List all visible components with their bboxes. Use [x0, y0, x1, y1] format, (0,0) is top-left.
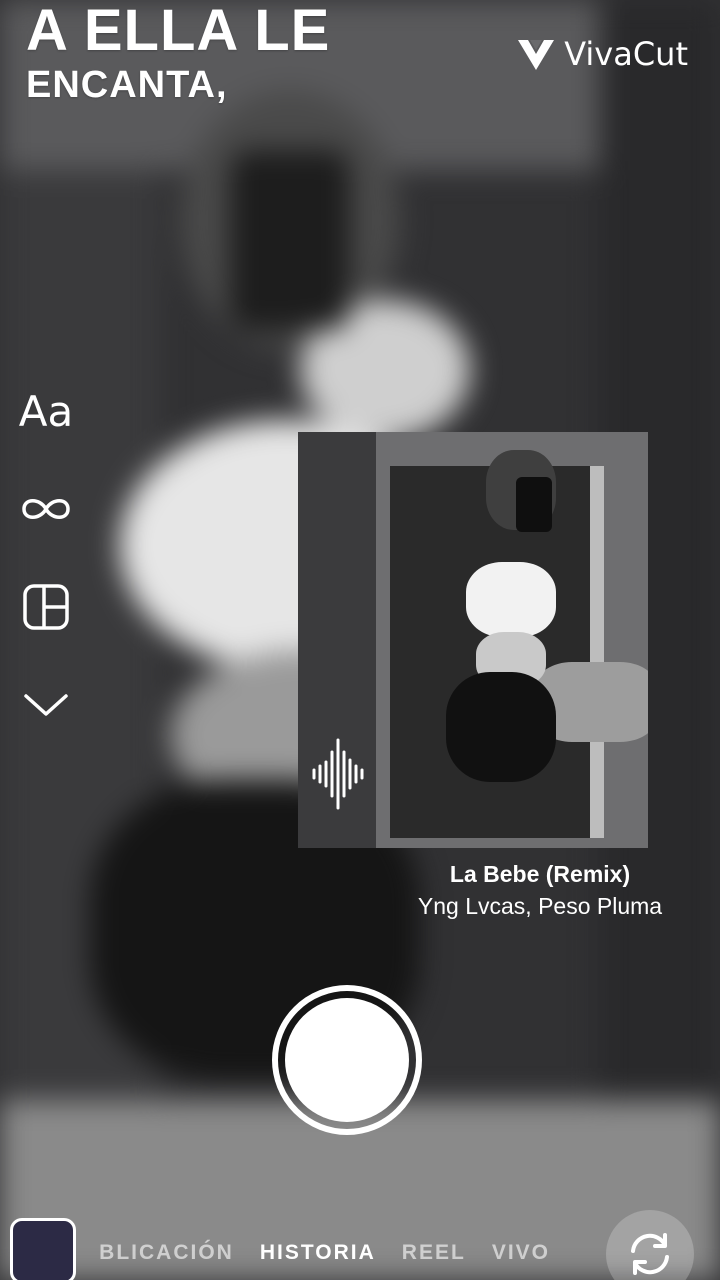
- vivacut-watermark: VivaCut: [516, 34, 688, 74]
- headline-line-1: A ELLA LE: [26, 0, 331, 63]
- chevron-down-icon: [24, 694, 68, 716]
- text-tool-button[interactable]: Aa: [18, 385, 74, 437]
- sticker-photo: [376, 432, 648, 848]
- shutter-inner: [285, 998, 409, 1122]
- watermark-brand: VivaCut: [564, 35, 688, 73]
- more-tools-button[interactable]: [20, 679, 72, 731]
- flip-camera-icon: [631, 1233, 669, 1275]
- creative-toolbar: Aa: [18, 385, 74, 777]
- song-artist: Yng Lvcas, Peso Pluma: [417, 893, 663, 919]
- overlay-headline: A ELLA LE ENCANTA,: [26, 0, 331, 106]
- shutter-button[interactable]: [272, 985, 422, 1135]
- story-camera-screen: A ELLA LE ENCANTA, VivaCut Aa La Bebe (R…: [0, 0, 720, 1280]
- mode-historia[interactable]: HISTORIA: [260, 1241, 376, 1265]
- flip-camera-button[interactable]: [606, 1210, 694, 1280]
- headline-line-2: ENCANTA,: [26, 64, 228, 106]
- mode-vivo[interactable]: VIVO: [492, 1241, 550, 1265]
- gallery-thumbnail[interactable]: [10, 1218, 76, 1280]
- layout-grid-icon: [23, 584, 69, 630]
- camera-mode-selector: UBLICACIÓN HISTORIA REEL VIVO: [96, 1238, 596, 1268]
- text-tool-label: Aa: [18, 386, 74, 436]
- audio-waveform-icon: [312, 738, 364, 810]
- vivacut-logo-icon: [518, 40, 555, 70]
- mode-publicacion[interactable]: UBLICACIÓN: [96, 1241, 234, 1265]
- camera-bottom-bar: UBLICACIÓN HISTORIA REEL VIVO: [0, 1210, 720, 1280]
- music-sticker-preview[interactable]: [298, 432, 648, 848]
- song-info[interactable]: La Bebe (Remix) Yng Lvcas, Peso Pluma: [380, 858, 700, 922]
- boomerang-button[interactable]: [20, 483, 72, 535]
- song-title: La Bebe (Remix): [449, 861, 631, 887]
- boomerang-infinity-icon: [22, 499, 70, 519]
- layout-button[interactable]: [20, 581, 72, 633]
- mode-reel[interactable]: REEL: [402, 1241, 466, 1265]
